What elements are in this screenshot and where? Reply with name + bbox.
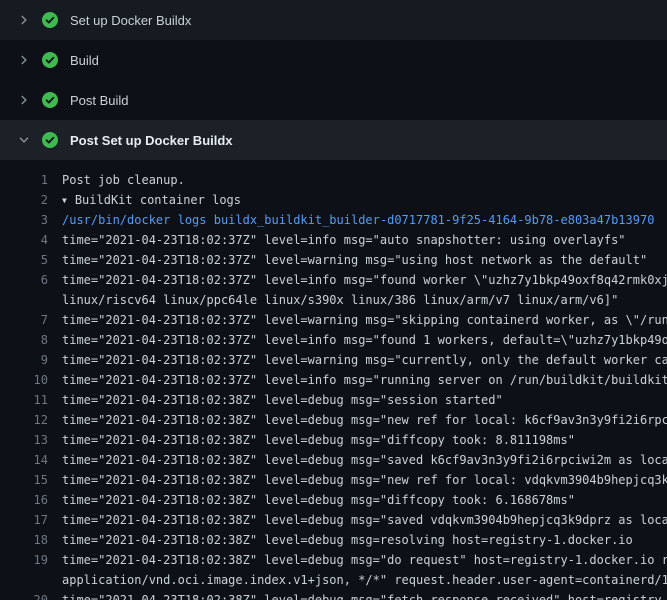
log-text: /usr/bin/docker logs buildx_buildkit_bui… [62,210,654,230]
log-line: 10 time="2021-04-23T18:02:37Z" level=inf… [0,370,667,390]
log-line: 6 time="2021-04-23T18:02:37Z" level=info… [0,270,667,290]
log-line: 12 time="2021-04-23T18:02:38Z" level=deb… [0,410,667,430]
log-line: application/vnd.oci.image.index.v1+json,… [0,570,667,590]
chevron-right-icon [16,12,32,28]
log-line: 17 time="2021-04-23T18:02:38Z" level=deb… [0,510,667,530]
line-number[interactable]: 10 [0,370,48,390]
log-text: application/vnd.oci.image.index.v1+json,… [62,570,667,590]
line-number[interactable]: 6 [0,270,48,290]
log-line: 13 time="2021-04-23T18:02:38Z" level=deb… [0,430,667,450]
log-text: time="2021-04-23T18:02:38Z" level=debug … [62,590,667,600]
log-text: time="2021-04-23T18:02:38Z" level=debug … [62,410,667,430]
check-circle-icon [42,12,58,28]
log-line: 1 Post job cleanup. [0,170,667,190]
log-line: 2 ▼BuildKit container logs [0,190,667,210]
log-body: 1 Post job cleanup. 2 ▼BuildKit containe… [0,160,667,600]
step-header-build[interactable]: Build [0,40,667,80]
log-text: time="2021-04-23T18:02:37Z" level=info m… [62,330,667,350]
log-line: 20 time="2021-04-23T18:02:38Z" level=deb… [0,590,667,600]
line-number[interactable]: 15 [0,470,48,490]
line-number[interactable]: 19 [0,550,48,570]
line-number[interactable]: 1 [0,170,48,190]
line-number[interactable]: 12 [0,410,48,430]
log-text: time="2021-04-23T18:02:38Z" level=debug … [62,550,667,570]
log-text: time="2021-04-23T18:02:37Z" level=info m… [62,370,667,390]
line-number[interactable]: 20 [0,590,48,600]
line-number[interactable]: 17 [0,510,48,530]
line-number[interactable]: 4 [0,230,48,250]
check-circle-icon [42,92,58,108]
log-line: 16 time="2021-04-23T18:02:38Z" level=deb… [0,490,667,510]
log-line: 15 time="2021-04-23T18:02:38Z" level=deb… [0,470,667,490]
log-text: time="2021-04-23T18:02:38Z" level=debug … [62,490,575,510]
steps-list: Set up Docker Buildx Build P [0,0,667,160]
log-text: time="2021-04-23T18:02:38Z" level=debug … [62,470,667,490]
line-number[interactable]: 16 [0,490,48,510]
line-number[interactable]: 5 [0,250,48,270]
line-number[interactable]: 18 [0,530,48,550]
log-line: 8 time="2021-04-23T18:02:37Z" level=info… [0,330,667,350]
log-text: time="2021-04-23T18:02:38Z" level=debug … [62,530,633,550]
line-number[interactable]: 14 [0,450,48,470]
log-line: 7 time="2021-04-23T18:02:37Z" level=warn… [0,310,667,330]
check-circle-icon [42,132,58,148]
line-number[interactable]: 7 [0,310,48,330]
log-text: time="2021-04-23T18:02:38Z" level=debug … [62,390,503,410]
log-line: 3 /usr/bin/docker logs buildx_buildkit_b… [0,210,667,230]
log-line: 9 time="2021-04-23T18:02:37Z" level=warn… [0,350,667,370]
check-circle-icon [42,52,58,68]
chevron-right-icon [16,52,32,68]
chevron-down-icon [16,132,32,148]
line-number[interactable]: 2 [0,190,48,210]
log-text: Post job cleanup. [62,170,185,190]
log-line: 5 time="2021-04-23T18:02:37Z" level=warn… [0,250,667,270]
log-line: 19 time="2021-04-23T18:02:38Z" level=deb… [0,550,667,570]
log-line: 14 time="2021-04-23T18:02:38Z" level=deb… [0,450,667,470]
log-text: time="2021-04-23T18:02:38Z" level=debug … [62,510,667,530]
log-line: 4 time="2021-04-23T18:02:37Z" level=info… [0,230,667,250]
log-text: time="2021-04-23T18:02:37Z" level=warnin… [62,350,667,370]
log-line: linux/riscv64 linux/ppc64le linux/s390x … [0,290,667,310]
workflow-log-viewer: Set up Docker Buildx Build P [0,0,667,600]
step-label: Build [70,53,99,68]
step-label: Post Build [70,93,129,108]
line-number[interactable]: 8 [0,330,48,350]
line-number[interactable]: 13 [0,430,48,450]
log-line: 18 time="2021-04-23T18:02:38Z" level=deb… [0,530,667,550]
line-number[interactable]: 9 [0,350,48,370]
log-text: time="2021-04-23T18:02:37Z" level=warnin… [62,310,667,330]
line-number[interactable]: 11 [0,390,48,410]
log-text: ▼BuildKit container logs [62,190,241,211]
step-header-post-build[interactable]: Post Build [0,80,667,120]
log-text: linux/riscv64 linux/ppc64le linux/s390x … [62,290,618,310]
log-text: time="2021-04-23T18:02:38Z" level=debug … [62,430,575,450]
log-text: time="2021-04-23T18:02:38Z" level=debug … [62,450,667,470]
step-label: Set up Docker Buildx [70,13,191,28]
step-header-post-set-up-docker-buildx[interactable]: Post Set up Docker Buildx [0,120,667,160]
step-label: Post Set up Docker Buildx [70,133,233,148]
chevron-right-icon [16,92,32,108]
log-text: time="2021-04-23T18:02:37Z" level=info m… [62,270,667,290]
line-number[interactable]: 3 [0,210,48,230]
log-line: 11 time="2021-04-23T18:02:38Z" level=deb… [0,390,667,410]
log-text: time="2021-04-23T18:02:37Z" level=info m… [62,230,626,250]
group-toggle-icon[interactable]: ▼ [62,191,67,211]
log-text: time="2021-04-23T18:02:37Z" level=warnin… [62,250,647,270]
step-header-set-up-docker-buildx[interactable]: Set up Docker Buildx [0,0,667,40]
